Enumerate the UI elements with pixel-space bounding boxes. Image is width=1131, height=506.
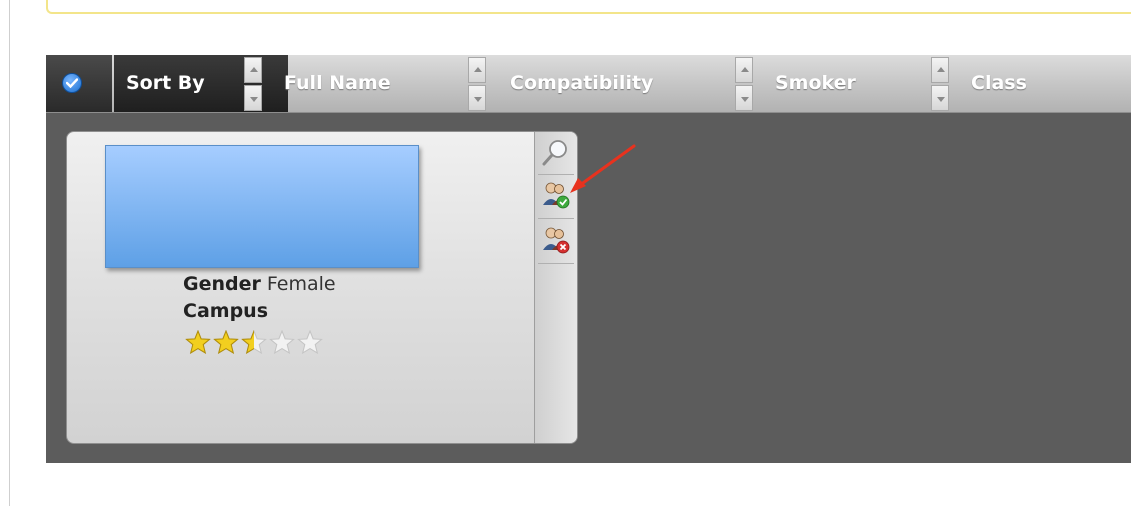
gender-label: Gender <box>183 273 261 295</box>
sort-ascending-button[interactable] <box>244 57 262 83</box>
page-left-rule <box>9 0 10 506</box>
sort-ascending-button[interactable] <box>735 57 753 83</box>
sort-column-label: Class <box>971 72 1027 94</box>
select-all-button[interactable] <box>46 55 112 112</box>
sort-arrows[interactable] <box>733 55 755 112</box>
toolbar-divider <box>538 218 574 219</box>
sort-descending-button[interactable] <box>931 85 949 111</box>
sort-ascending-button[interactable] <box>931 57 949 83</box>
check-circle-icon <box>62 73 82 93</box>
reject-roommate-button[interactable] <box>538 222 574 260</box>
rating-star-icon[interactable] <box>269 330 295 354</box>
gender-line: Gender Female <box>183 273 336 295</box>
sort-arrows[interactable] <box>242 55 264 112</box>
sort-arrows[interactable] <box>466 55 488 112</box>
rating-star-icon[interactable] <box>213 330 239 354</box>
toolbar-divider <box>538 263 574 264</box>
gender-value: Female <box>266 273 336 295</box>
notice-strip <box>46 0 1131 14</box>
campus-label: Campus <box>183 300 268 322</box>
rating-star-icon[interactable] <box>297 330 323 354</box>
roommate-card: Gender Female Campus <box>66 131 578 444</box>
rating-star-icon[interactable] <box>241 330 267 354</box>
sort-column-label: Smoker <box>775 72 856 94</box>
campus-line: Campus <box>183 300 268 322</box>
sort-descending-button[interactable] <box>735 85 753 111</box>
rating-star-icon[interactable] <box>185 330 211 354</box>
profile-photo[interactable] <box>105 145 419 268</box>
sort-by-label: Sort By <box>126 72 205 94</box>
sort-descending-button[interactable] <box>244 85 262 111</box>
sort-descending-button[interactable] <box>468 85 486 111</box>
rating-stars <box>185 330 323 354</box>
sort-bar: Sort By Full Name Compatibility Smoker C… <box>46 55 1131 113</box>
sort-column-label: Full Name <box>284 72 391 94</box>
red-arrow-icon <box>570 144 636 193</box>
reject-roommate-icon <box>543 227 570 254</box>
sort-arrows[interactable] <box>929 55 951 112</box>
sort-column-label: Compatibility <box>510 72 654 94</box>
sort-ascending-button[interactable] <box>468 57 486 83</box>
